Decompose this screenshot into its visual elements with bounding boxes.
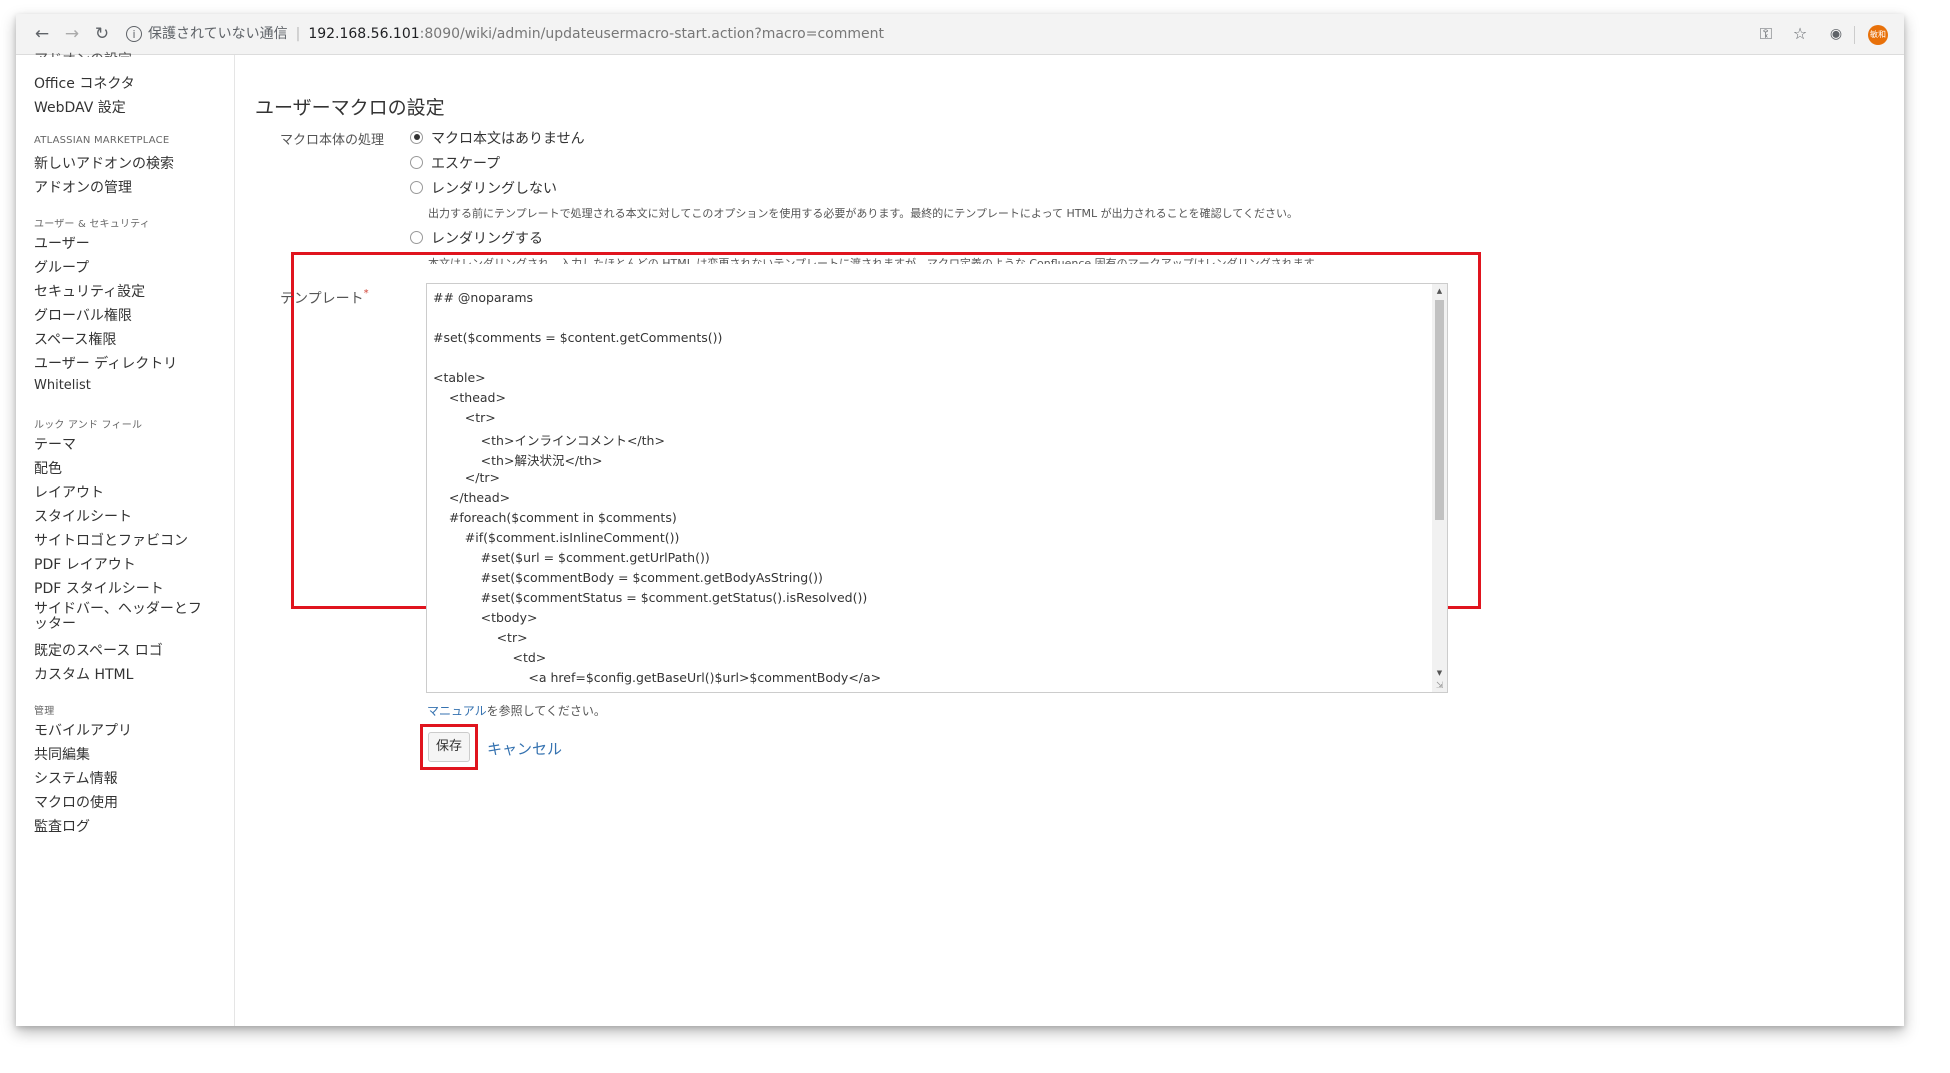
sidebar-item-webdav[interactable]: WebDAV 設定 — [34, 97, 126, 117]
template-code-line: #set($commentStatus = $comment.getStatus… — [433, 590, 868, 605]
sidebar-item-site-logo[interactable]: サイトロゴとファビコン — [34, 530, 188, 550]
template-code-line: <th>インラインコメント</th> — [433, 433, 665, 448]
forward-arrow-icon[interactable]: → — [60, 22, 84, 46]
url-path: :8090/wiki/admin/updateusermacro-start.a… — [419, 26, 884, 42]
toolbar-divider — [1854, 26, 1855, 44]
template-code-line: #set($comments = $content.getComments()) — [433, 330, 723, 345]
option-rendered-label: レンダリングする — [431, 231, 543, 247]
sidebar-heading-marketplace: ATLASSIAN MARKETPLACE — [34, 135, 170, 146]
unrendered-description: 出力する前にテンプレートで処理される本文に対してこのオプションを使用する必要があ… — [428, 207, 1298, 220]
template-label-text: テンプレート — [280, 291, 364, 307]
browser-toolbar: ← → ↻ i 保護されていない通信 | 192.168.56.101:8090/wi… — [16, 14, 1904, 55]
sidebar-item-mobile-app[interactable]: モバイルアプリ — [34, 720, 132, 740]
template-code-line: <thead> — [433, 390, 506, 405]
page-title: ユーザーマクロの設定 — [255, 97, 445, 119]
sidebar-item-pdf-stylesheet[interactable]: PDF スタイルシート — [34, 578, 164, 598]
template-textarea[interactable]: ## @noparams #set($comments = $content.ge… — [426, 283, 1448, 693]
option-unrendered[interactable]: レンダリングしない — [410, 178, 557, 198]
radio-unrendered[interactable] — [410, 180, 423, 194]
save-button[interactable]: 保存 — [428, 732, 470, 762]
sidebar-heading-security: ユーザー & セキュリティ — [34, 219, 150, 230]
reload-icon[interactable]: ↻ — [90, 22, 114, 46]
help-text: マニュアルを参照してください。 — [427, 702, 606, 719]
back-arrow-icon[interactable]: ← — [30, 22, 54, 46]
profile-avatar[interactable]: 敏和 — [1868, 25, 1888, 45]
option-no-body[interactable]: マクロ本文はありません — [410, 128, 585, 148]
browser-window: ← → ↻ i 保護されていない通信 | 192.168.56.101:8090/wi… — [16, 14, 1904, 1026]
sidebar-item-cut[interactable]: アドオンの設定 — [34, 49, 132, 57]
option-no-body-label: マクロ本文はありません — [431, 131, 585, 147]
main-content: ユーザーマクロの設定 マクロ本体の処理 マクロ本文はありません エスケープ レン… — [235, 55, 1904, 1026]
help-suffix: を参照してください。 — [486, 704, 606, 718]
sidebar-item-system-info[interactable]: システム情報 — [34, 768, 118, 788]
template-label: テンプレート* — [280, 288, 369, 308]
option-rendered[interactable]: レンダリングする — [410, 228, 543, 248]
admin-sidebar: アドオンの設定 Office コネクタ WebDAV 設定 ATLASSIAN … — [16, 52, 235, 1026]
required-marker: * — [363, 288, 369, 299]
template-code-line: #foreach($comment in $comments) — [433, 510, 677, 525]
sidebar-item-audit-log[interactable]: 監査ログ — [34, 816, 90, 836]
sidebar-item-whitelist[interactable]: Whitelist — [34, 378, 91, 393]
template-code-line: <table> — [433, 370, 486, 385]
template-code-line: #set($commentBody = $comment.getBodyAsSt… — [433, 570, 823, 585]
sidebar-item-office-connector[interactable]: Office コネクタ — [34, 73, 135, 93]
info-icon[interactable]: i — [126, 26, 142, 42]
sidebar-item-macro-usage[interactable]: マクロの使用 — [34, 792, 118, 812]
sidebar-item-themes[interactable]: テーマ — [34, 434, 76, 454]
template-code-line: <tr> — [433, 410, 496, 425]
scroll-thumb[interactable] — [1435, 300, 1444, 520]
scroll-up-icon[interactable]: ▲ — [1432, 284, 1447, 298]
textarea-scrollbar[interactable]: ▲ ▼ — [1432, 284, 1447, 692]
sidebar-item-find-addons[interactable]: 新しいアドオンの検索 — [34, 153, 174, 173]
manual-link[interactable]: マニュアル — [427, 704, 487, 718]
template-code-line: <tbody> — [433, 610, 538, 625]
security-status: 保護されていない通信 — [148, 26, 288, 42]
template-code-line: <a href=$config.getBaseUrl()$url>$commen… — [433, 670, 882, 685]
radio-escape[interactable] — [410, 155, 423, 169]
star-icon[interactable]: ☆ — [1788, 22, 1812, 46]
sidebar-item-space-permissions[interactable]: スペース権限 — [34, 329, 116, 349]
sidebar-heading-admin: 管理 — [34, 706, 55, 717]
scroll-down-icon[interactable]: ▼ — [1432, 666, 1447, 680]
template-code-line: <tr> — [433, 630, 528, 645]
sidebar-item-sidebar-header-footer[interactable]: サイドバー、ヘッダーとフッター — [34, 602, 214, 632]
radio-no-body[interactable] — [410, 130, 423, 144]
resize-handle-icon[interactable]: ⇲ — [1436, 681, 1446, 691]
template-code-line: <td> — [433, 650, 547, 665]
sidebar-item-users[interactable]: ユーザー — [34, 233, 90, 253]
template-code-line: </thead> — [433, 490, 511, 505]
template-code-line: #if($comment.isInlineComment()) — [433, 530, 680, 545]
option-escape-label: エスケープ — [431, 156, 501, 172]
sidebar-item-manage-addons[interactable]: アドオンの管理 — [34, 177, 132, 197]
extension-icon[interactable]: ◉ — [1824, 22, 1848, 46]
template-code-line: </tr> — [433, 470, 500, 485]
key-icon[interactable]: ⚿ — [1754, 22, 1778, 46]
template-code-line: ## @noparams — [433, 290, 534, 305]
url-host: 192.168.56.101 — [308, 26, 420, 42]
template-code-line: #set($url = $comment.getUrlPath()) — [433, 550, 710, 565]
sidebar-item-stylesheet[interactable]: スタイルシート — [34, 506, 132, 526]
template-code-line: <th>解決状況</th> — [433, 453, 603, 468]
body-processing-label: マクロ本体の処理 — [280, 133, 385, 148]
address-bar[interactable]: i 保護されていない通信 | 192.168.56.101:8090/wiki/adm… — [126, 19, 1766, 49]
sidebar-item-user-directories[interactable]: ユーザー ディレクトリ — [34, 353, 177, 373]
sidebar-item-pdf-layout[interactable]: PDF レイアウト — [34, 554, 136, 574]
sidebar-item-custom-html[interactable]: カスタム HTML — [34, 664, 133, 684]
radio-rendered[interactable] — [410, 230, 423, 244]
option-escape[interactable]: エスケープ — [410, 153, 500, 173]
sidebar-item-collaborative-editing[interactable]: 共同編集 — [34, 744, 90, 764]
sidebar-item-default-space-logo[interactable]: 既定のスペース ロゴ — [34, 640, 163, 660]
sidebar-item-security-config[interactable]: セキュリティ設定 — [34, 281, 145, 301]
sidebar-item-layouts[interactable]: レイアウト — [34, 482, 104, 502]
sidebar-item-color-scheme[interactable]: 配色 — [34, 458, 62, 478]
sidebar-heading-look-and-feel: ルック アンド フィール — [34, 420, 143, 431]
cancel-link[interactable]: キャンセル — [487, 738, 562, 759]
option-unrendered-label: レンダリングしない — [431, 181, 557, 197]
sidebar-item-global-permissions[interactable]: グローバル権限 — [34, 305, 132, 325]
sidebar-item-groups[interactable]: グループ — [34, 257, 89, 277]
address-separator: | — [295, 26, 301, 42]
